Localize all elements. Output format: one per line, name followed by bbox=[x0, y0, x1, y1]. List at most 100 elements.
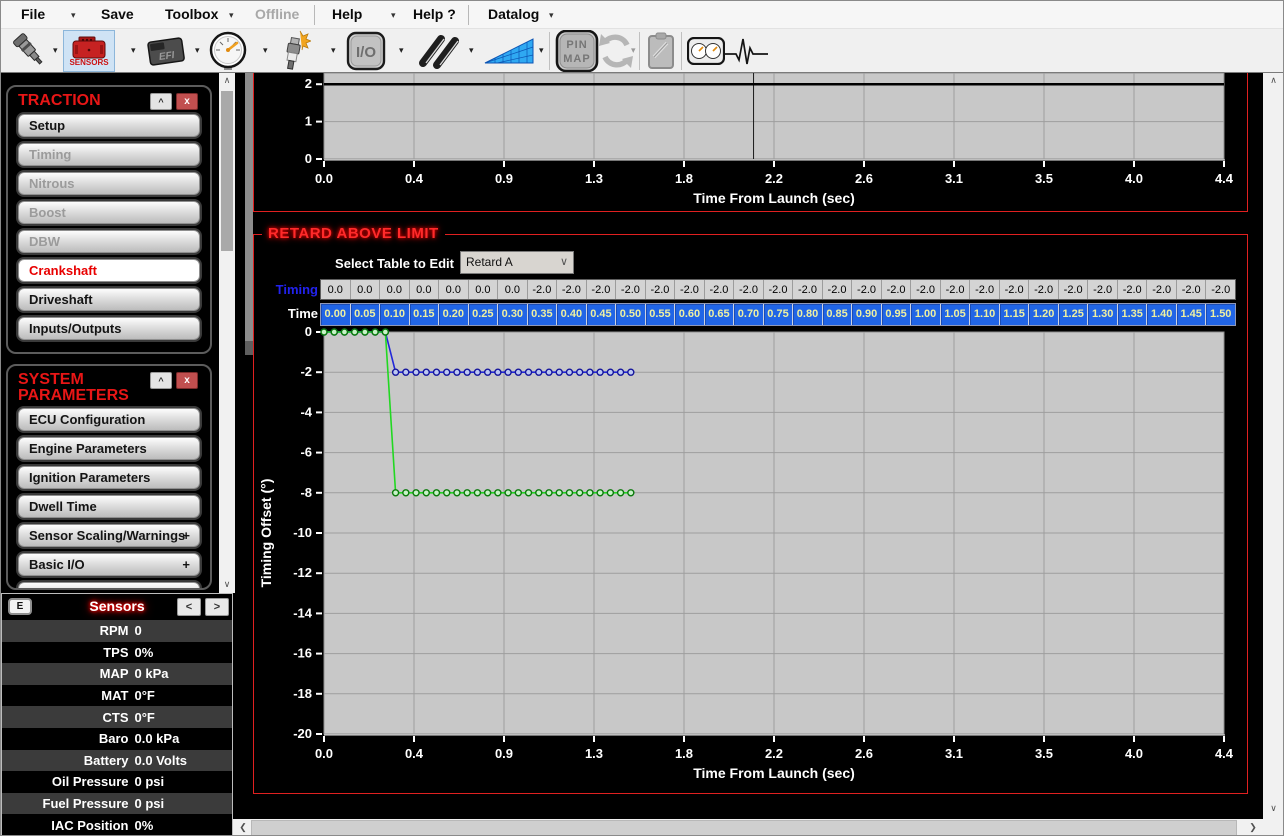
scroll-up-icon[interactable]: ∧ bbox=[1263, 73, 1284, 89]
sync-button[interactable] bbox=[597, 30, 635, 72]
sidebar-scrollbar-thumb[interactable] bbox=[221, 91, 233, 251]
horizontal-scrollbar-thumb[interactable] bbox=[251, 820, 1237, 836]
dropdown-caret-icon[interactable]: ▾ bbox=[469, 45, 474, 56]
timing-cell[interactable]: -2.0 bbox=[823, 280, 853, 299]
sidebar-item-setup[interactable]: Setup bbox=[18, 114, 200, 137]
table-select-dropdown[interactable]: Retard A ∨ bbox=[460, 251, 574, 274]
timing-cell[interactable]: -2.0 bbox=[675, 280, 705, 299]
timing-cell[interactable]: -2.0 bbox=[882, 280, 912, 299]
sidebar-item-inputs-outputs[interactable]: Inputs/Outputs bbox=[18, 317, 200, 340]
timing-cell[interactable]: 0.0 bbox=[439, 280, 469, 299]
retard-offset-chart[interactable]: 0.00.40.91.31.82.22.63.13.54.04.40-2-4-6… bbox=[254, 322, 1247, 792]
timing-cell[interactable]: -2.0 bbox=[941, 280, 971, 299]
sidebar-item-boost[interactable]: Boost bbox=[18, 201, 200, 224]
sidebar-item-sensor-scaling-warnings[interactable]: Sensor Scaling/Warnings+ bbox=[18, 524, 200, 547]
sidebar-item-closed-loop-learn[interactable]: Closed Loop/Learn+ bbox=[18, 582, 200, 590]
dropdown-caret-icon[interactable]: ▾ bbox=[71, 2, 76, 29]
sidebar-item-dwell-time[interactable]: Dwell Time bbox=[18, 495, 200, 518]
sidebar-item-engine-parameters[interactable]: Engine Parameters bbox=[18, 437, 200, 460]
scroll-up-icon[interactable]: ∧ bbox=[219, 73, 235, 89]
timing-cell[interactable]: -2.0 bbox=[911, 280, 941, 299]
sidebar-item-timing[interactable]: Timing bbox=[18, 143, 200, 166]
timing-cell[interactable]: -2.0 bbox=[764, 280, 794, 299]
sidebar-scrollbar[interactable]: ∧ ∨ bbox=[219, 73, 235, 593]
dropdown-caret-icon[interactable]: ▾ bbox=[539, 45, 544, 56]
timing-cell[interactable]: -2.0 bbox=[616, 280, 646, 299]
timing-cell[interactable]: 0.0 bbox=[351, 280, 381, 299]
timing-cell[interactable]: 0.0 bbox=[469, 280, 499, 299]
horizontal-scrollbar[interactable]: ❮ ❯ bbox=[233, 819, 1263, 836]
sidebar-item-driveshaft[interactable]: Driveshaft bbox=[18, 288, 200, 311]
sidebar-item-basic-i-o[interactable]: Basic I/O+ bbox=[18, 553, 200, 576]
sensors-prev-button[interactable]: < bbox=[177, 598, 201, 616]
menu-item-toolbox[interactable]: Toolbox bbox=[165, 1, 218, 28]
dropdown-caret-icon[interactable]: ▾ bbox=[263, 45, 268, 56]
sidebar-item-dbw[interactable]: DBW bbox=[18, 230, 200, 253]
stripes-button[interactable] bbox=[413, 30, 463, 72]
menu-item-help[interactable]: Help bbox=[332, 1, 362, 28]
dropdown-caret-icon[interactable]: ▾ bbox=[631, 45, 636, 56]
timing-cell[interactable]: -2.0 bbox=[1059, 280, 1089, 299]
panel-collapse-button[interactable]: ^ bbox=[150, 372, 172, 389]
menu-item-file[interactable]: File bbox=[21, 1, 45, 28]
timing-cell[interactable]: -2.0 bbox=[1088, 280, 1118, 299]
panel-collapse-button[interactable]: ^ bbox=[150, 93, 172, 110]
timing-cell[interactable]: -2.0 bbox=[1000, 280, 1030, 299]
expand-plus-icon[interactable]: + bbox=[182, 583, 190, 590]
dropdown-caret-icon[interactable]: ▾ bbox=[131, 45, 136, 56]
timing-cell[interactable]: -2.0 bbox=[793, 280, 823, 299]
launch-top-chart[interactable]: 0.00.40.91.31.82.22.63.13.54.04.4012Time… bbox=[254, 73, 1247, 211]
dropdown-caret-icon[interactable]: ▾ bbox=[229, 2, 234, 29]
timing-cell[interactable]: -2.0 bbox=[557, 280, 587, 299]
sidebar-item-nitrous[interactable]: Nitrous bbox=[18, 172, 200, 195]
timing-cell[interactable]: 0.0 bbox=[321, 280, 351, 299]
timing-cell[interactable]: -2.0 bbox=[528, 280, 558, 299]
scroll-right-icon[interactable]: ❯ bbox=[1245, 820, 1261, 836]
pin-map-button[interactable]: PINMAP bbox=[555, 30, 599, 72]
mesh-table-button[interactable] bbox=[483, 30, 537, 72]
timing-cell[interactable]: 0.0 bbox=[380, 280, 410, 299]
panel-close-button[interactable]: x bbox=[176, 93, 198, 110]
clipboard-button[interactable] bbox=[645, 30, 677, 72]
timing-cell[interactable]: -2.0 bbox=[705, 280, 735, 299]
timing-cell[interactable]: -2.0 bbox=[852, 280, 882, 299]
expand-plus-icon[interactable]: + bbox=[182, 554, 190, 575]
expand-plus-icon[interactable]: + bbox=[182, 525, 190, 546]
dropdown-caret-icon[interactable]: ▾ bbox=[549, 2, 554, 29]
dropdown-caret-icon[interactable]: ▾ bbox=[53, 45, 58, 56]
timing-cell[interactable]: -2.0 bbox=[1118, 280, 1148, 299]
dropdown-caret-icon[interactable]: ▾ bbox=[391, 2, 396, 29]
sidebar-item-ecu-configuration[interactable]: ECU Configuration bbox=[18, 408, 200, 431]
gauge-button[interactable] bbox=[207, 30, 249, 72]
sensors-next-button[interactable]: > bbox=[205, 598, 229, 616]
io-button[interactable]: I/O bbox=[345, 30, 387, 72]
scroll-down-icon[interactable]: ∨ bbox=[1263, 801, 1284, 817]
mini-gauges-button[interactable] bbox=[687, 30, 725, 72]
menu-item-datalog[interactable]: Datalog bbox=[488, 1, 539, 28]
menu-item-offline[interactable]: Offline bbox=[255, 1, 299, 28]
sidebar-item-crankshaft[interactable]: Crankshaft bbox=[18, 259, 200, 282]
sensors-ecu-button[interactable]: SENSORS bbox=[63, 30, 115, 72]
chevron-down-icon[interactable]: ∨ bbox=[560, 252, 568, 273]
sidebar-item-ignition-parameters[interactable]: Ignition Parameters bbox=[18, 466, 200, 489]
vertical-scrollbar[interactable]: ∧ ∨ bbox=[1263, 73, 1284, 819]
timing-cell[interactable]: -2.0 bbox=[970, 280, 1000, 299]
timing-cell[interactable]: -2.0 bbox=[1029, 280, 1059, 299]
panel-close-button[interactable]: x bbox=[176, 372, 198, 389]
timing-cell[interactable]: -2.0 bbox=[1177, 280, 1207, 299]
menu-item-save[interactable]: Save bbox=[101, 1, 134, 28]
splitter-handle[interactable] bbox=[245, 73, 253, 341]
timing-cell[interactable]: -2.0 bbox=[734, 280, 764, 299]
dropdown-caret-icon[interactable]: ▾ bbox=[331, 45, 336, 56]
dropdown-caret-icon[interactable]: ▾ bbox=[195, 45, 200, 56]
timing-cell[interactable]: 0.0 bbox=[410, 280, 440, 299]
scroll-down-icon[interactable]: ∨ bbox=[219, 577, 235, 593]
timing-cell[interactable]: 0.0 bbox=[498, 280, 528, 299]
pulse-button[interactable] bbox=[723, 30, 771, 72]
scroll-left-icon[interactable]: ❮ bbox=[235, 820, 251, 836]
efi-module-button[interactable]: EFI bbox=[143, 30, 189, 72]
timing-cell[interactable]: -2.0 bbox=[1206, 280, 1235, 299]
menu-item-help[interactable]: Help ? bbox=[413, 1, 456, 28]
spark-plug-button[interactable] bbox=[279, 30, 311, 72]
timing-cell[interactable]: -2.0 bbox=[587, 280, 617, 299]
